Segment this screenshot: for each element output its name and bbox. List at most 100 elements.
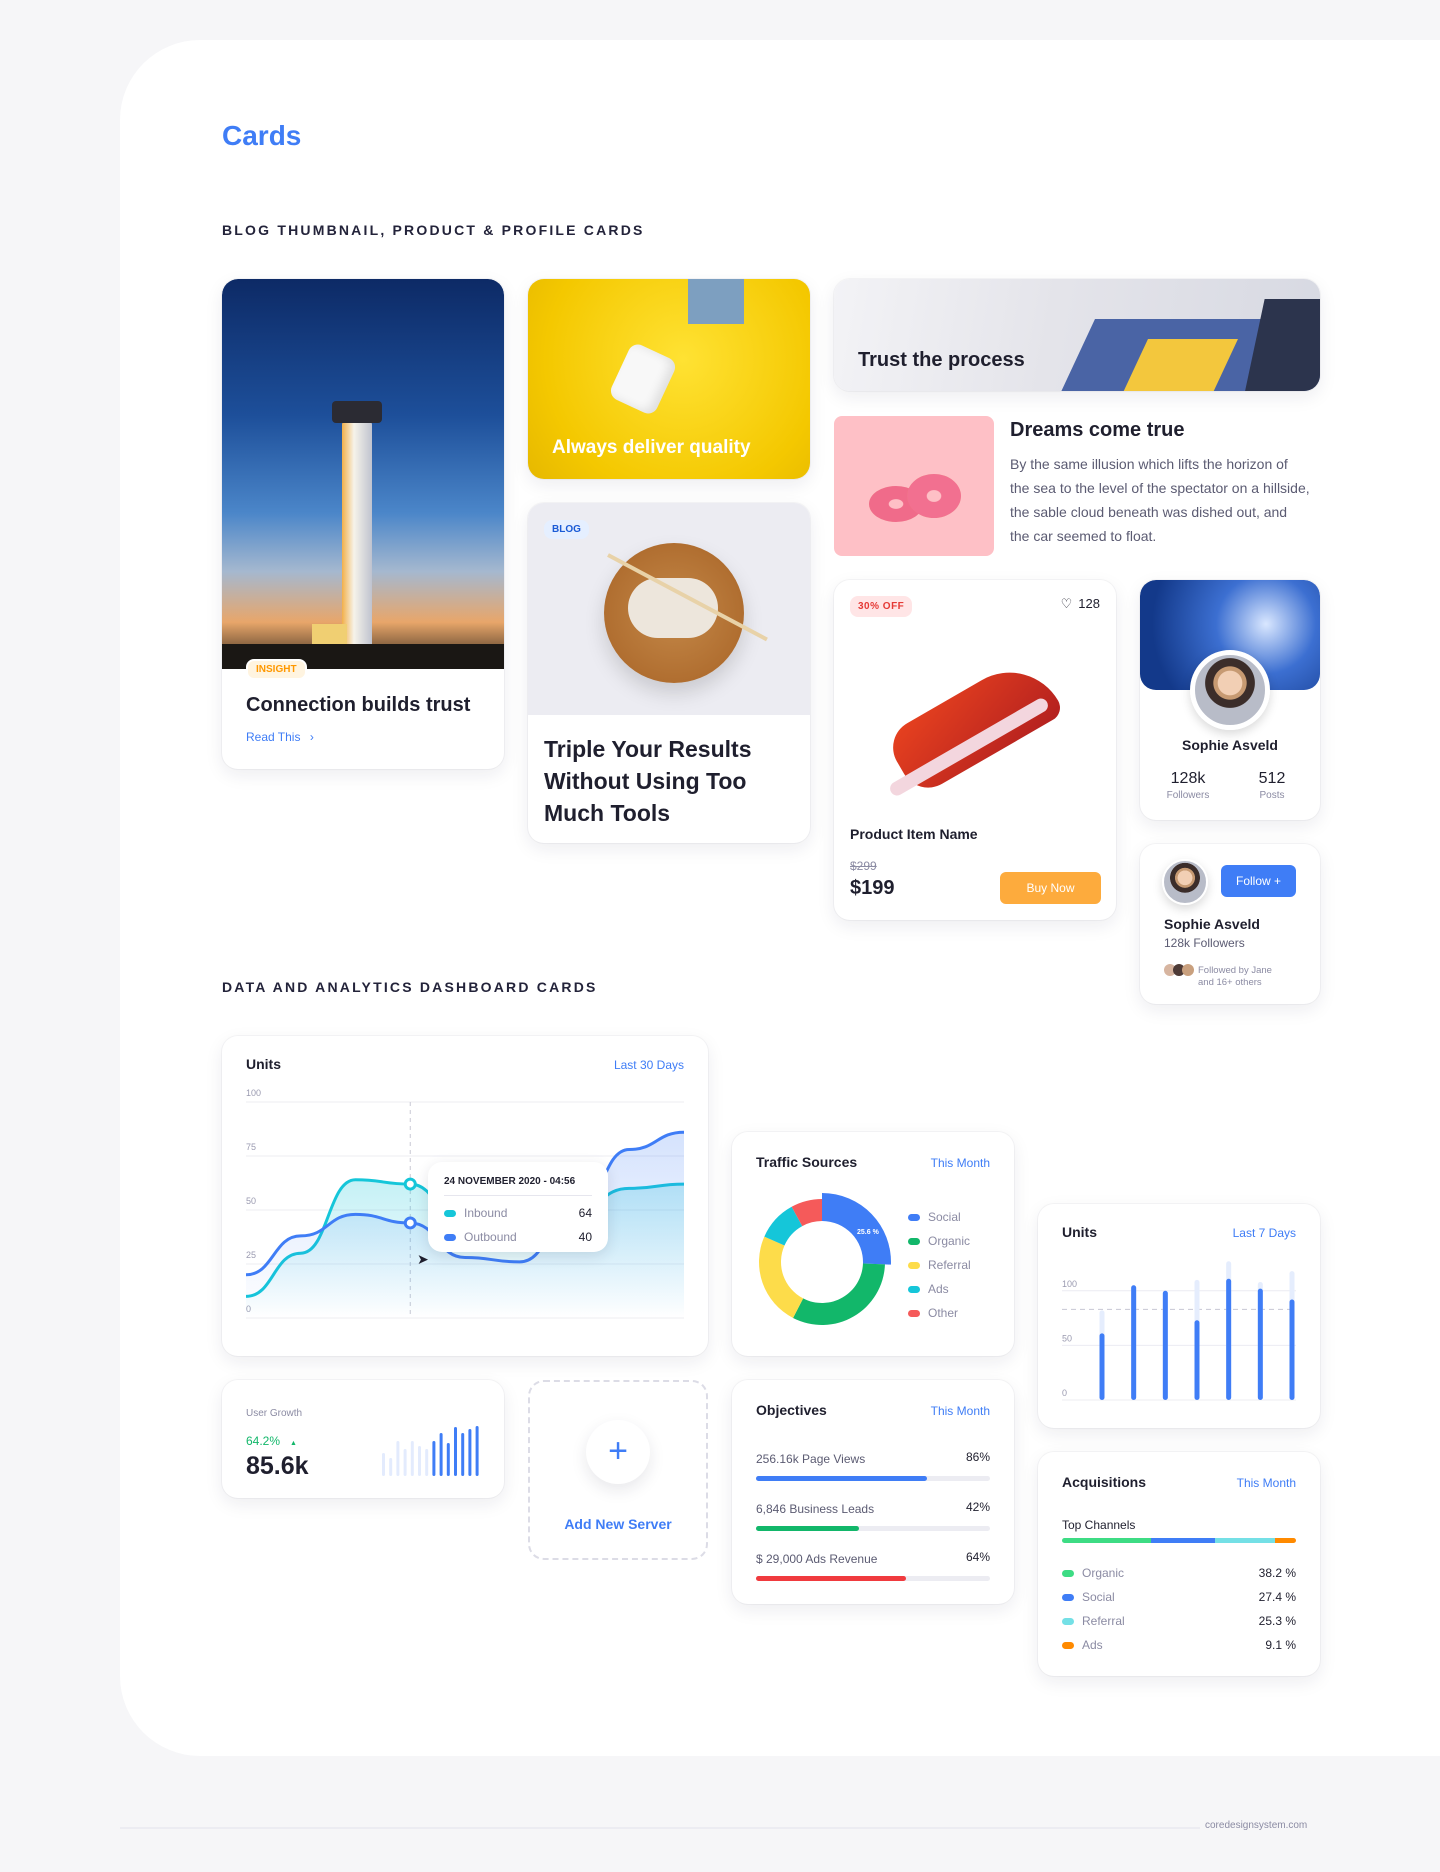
- posts-stat: 512 Posts: [1242, 770, 1302, 801]
- cursor-icon: ➤: [417, 1251, 429, 1267]
- growth-bar: [468, 1429, 472, 1476]
- profile-card[interactable]: Sophie Asveld 128k Followers 512 Posts: [1140, 580, 1320, 820]
- legend-item-other: Other: [908, 1306, 971, 1330]
- add-new-server-button[interactable]: + Add New Server: [528, 1380, 708, 1560]
- legend-dot: [908, 1238, 920, 1246]
- blog-card-triple[interactable]: BLOG Triple Your Results Without Using T…: [528, 503, 810, 843]
- legend-label: Other: [928, 1306, 959, 1320]
- price: $199: [850, 877, 895, 899]
- objective-label: $ 29,000 Ads Revenue: [756, 1552, 878, 1566]
- old-price: $299: [850, 859, 877, 873]
- blog-card-quality[interactable]: Always deliver quality: [528, 279, 810, 479]
- read-this-link[interactable]: Read This ›: [246, 730, 314, 744]
- range-selector[interactable]: This Month: [1237, 1476, 1296, 1490]
- discount-badge: 30% OFF: [850, 596, 913, 617]
- blog-card-insight[interactable]: INSIGHT Connection builds trust Read Thi…: [222, 279, 504, 769]
- page-title: Cards: [222, 120, 302, 151]
- objective-progress-fill: [756, 1576, 906, 1581]
- card-title: Trust the process: [858, 349, 1025, 371]
- avatar[interactable]: [1162, 859, 1208, 905]
- growth-bar: [432, 1441, 436, 1476]
- add-server-label: Add New Server: [564, 1516, 672, 1532]
- legend-label: Referral: [928, 1258, 971, 1272]
- lighthouse-image: [222, 279, 504, 669]
- range-selector[interactable]: This Month: [931, 1404, 990, 1418]
- growth-bar: [461, 1433, 465, 1476]
- donut-chart[interactable]: 25.6 %: [752, 1192, 892, 1332]
- channel-segment-referral: [1215, 1538, 1275, 1543]
- like-button[interactable]: ♡ 128: [1061, 596, 1100, 612]
- bar-actual: [1194, 1320, 1200, 1400]
- objective-progress: [756, 1526, 990, 1531]
- channel-label: Organic: [1082, 1566, 1125, 1580]
- shoe-image: [879, 620, 1069, 800]
- followers-value: 128k: [1170, 770, 1206, 787]
- channel-dot: [1062, 1642, 1074, 1650]
- likes-count: 128: [1078, 596, 1100, 611]
- acquisitions-card: Acquisitions This Month Top Channels Org…: [1038, 1452, 1320, 1676]
- chart-tooltip: 24 NOVEMBER 2020 - 04:56 Inbound 64 Outbo…: [428, 1162, 608, 1252]
- growth-sparkbars: [382, 1426, 479, 1476]
- card-title: Objectives: [756, 1402, 827, 1418]
- product-card[interactable]: 30% OFF ♡ 128 Product Item Name $299 $199…: [834, 580, 1116, 920]
- objective-label: 6,846 Business Leads: [756, 1502, 875, 1516]
- footer-divider: [120, 1827, 1200, 1829]
- objective-percent: 86%: [965, 1450, 990, 1464]
- objective-percent: 42%: [965, 1500, 990, 1514]
- tooltip-row-inbound: Inbound 64: [444, 1206, 592, 1220]
- blog-card-dreams[interactable]: Dreams come true By the same illusion wh…: [834, 416, 1320, 556]
- inbound-dot: [444, 1210, 456, 1218]
- followers-stat: 128k Followers: [1158, 770, 1218, 801]
- top-channels-label: Top Channels: [1062, 1518, 1136, 1532]
- bar-actual: [1162, 1290, 1168, 1400]
- chevron-right-icon: ›: [309, 730, 314, 744]
- legend-item-referral: Referral: [908, 1258, 971, 1282]
- objective-progress-fill: [756, 1526, 859, 1531]
- bar-actual: [1289, 1299, 1295, 1400]
- objective-progress: [756, 1576, 990, 1581]
- growth-change: 64.2% ▲: [246, 1434, 297, 1448]
- channel-segment-organic: [1062, 1538, 1152, 1543]
- lighthouse-tower: [342, 419, 372, 649]
- channel-segment-ads: [1274, 1538, 1296, 1543]
- insight-badge: INSIGHT: [246, 659, 307, 680]
- growth-bar: [410, 1441, 414, 1476]
- legend-dot: [908, 1310, 920, 1318]
- donut-legend: Social Organic Referral Ads Other: [908, 1210, 971, 1330]
- growth-bar: [446, 1443, 450, 1476]
- avatar[interactable]: [1190, 650, 1270, 730]
- follow-card[interactable]: Follow + Sophie Asveld 128k Followers Fo…: [1140, 844, 1320, 1004]
- growth-bar: [475, 1426, 479, 1476]
- growth-bar: [396, 1441, 400, 1476]
- tooltip-label: Outbound: [464, 1230, 517, 1244]
- follower-avatars: [1164, 964, 1194, 976]
- channel-label: Referral: [1082, 1614, 1125, 1628]
- card-title: Triple Your Results Without Using Too Mu…: [544, 736, 752, 826]
- y-tick-label: 0: [1062, 1388, 1067, 1398]
- mug-image: [607, 341, 679, 417]
- bar-chart[interactable]: 0 50 100: [1038, 1204, 1320, 1428]
- channel-row-ads: Ads 9.1 %: [1062, 1638, 1296, 1662]
- range-selector[interactable]: This Month: [931, 1156, 990, 1170]
- legend-dot: [908, 1262, 920, 1270]
- growth-bar: [403, 1449, 407, 1476]
- objective-percent: 64%: [965, 1550, 990, 1564]
- channel-row-social: Social 27.4 %: [1062, 1590, 1296, 1614]
- buy-now-button[interactable]: Buy Now: [1000, 872, 1101, 904]
- triangle-up-icon: ▲: [290, 1440, 297, 1447]
- tooltip-label: Inbound: [464, 1206, 508, 1220]
- channels-stacked-bar: [1062, 1538, 1296, 1543]
- objective-label: 256.16k Page Views: [756, 1452, 866, 1466]
- objectives-card: Objectives This Month 256.16k Page Views…: [732, 1380, 1014, 1604]
- card-title: Dreams come true: [1010, 419, 1185, 441]
- profile-name: Sophie Asveld: [1182, 737, 1278, 753]
- legend-label: Social: [928, 1210, 961, 1224]
- blog-card-trust[interactable]: Trust the process: [834, 279, 1320, 391]
- followers-label: Followers: [1166, 790, 1210, 801]
- legend-item-organic: Organic: [908, 1234, 971, 1258]
- follow-button[interactable]: Follow +: [1221, 865, 1296, 897]
- follow-followers: 128k Followers: [1164, 936, 1245, 950]
- growth-bar: [425, 1449, 429, 1476]
- posts-value: 512: [1258, 770, 1286, 787]
- bar-actual: [1099, 1333, 1105, 1400]
